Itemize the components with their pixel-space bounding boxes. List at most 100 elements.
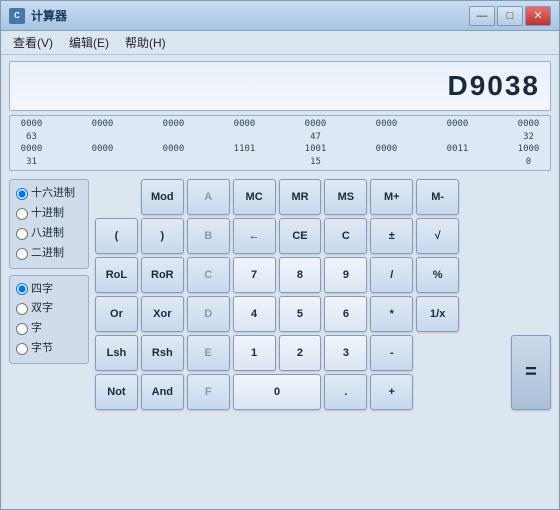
sqrt-button[interactable]: √ [416,218,459,254]
bit-group: 0000 [156,118,191,143]
ce-button[interactable]: CE [279,218,322,254]
main-area: 十六进制 十进制 八进制 二进制 四字 [1,175,559,509]
word-radio[interactable] [16,323,28,335]
window-title: 计算器 [31,7,469,24]
4-button[interactable]: 4 [233,296,276,332]
rol-button[interactable]: RoL [95,257,138,293]
dec-radio[interactable] [16,208,28,220]
div-button[interactable]: / [370,257,413,293]
empty-btn [95,179,138,215]
2-button[interactable]: 2 [279,335,322,371]
0-button[interactable]: 0 [233,374,322,410]
close-button[interactable]: ✕ [525,6,551,26]
mplus-button[interactable]: M+ [370,179,413,215]
hex-radio[interactable] [16,188,28,200]
d-button[interactable]: D [187,296,230,332]
plusminus-button[interactable]: ± [370,218,413,254]
mc-button[interactable]: MC [233,179,276,215]
oct-radio-label[interactable]: 八进制 [16,224,82,244]
reciprocal-button[interactable]: 1/x [416,296,459,332]
bin-label: 二进制 [31,244,64,264]
dword-label: 双字 [31,299,53,319]
left-panel: 十六进制 十进制 八进制 二进制 四字 [9,179,89,505]
ror-button[interactable]: RoR [141,257,184,293]
byte-radio-label[interactable]: 字节 [16,339,82,359]
bit-group: 000032 [511,118,546,143]
dec-label: 十进制 [31,204,64,224]
bit-group: 000047 [298,118,333,143]
rparen-button[interactable]: ) [141,218,184,254]
word-radio-label[interactable]: 字 [16,319,82,339]
rsh-button[interactable]: Rsh [141,335,184,371]
dword-radio[interactable] [16,303,28,315]
bin-radio[interactable] [16,248,28,260]
minus-button[interactable]: - [370,335,413,371]
ms-button[interactable]: MS [324,179,367,215]
hex-radio-label[interactable]: 十六进制 [16,184,82,204]
word-label-text: 字 [31,319,42,339]
dot-button[interactable]: . [324,374,367,410]
f-button[interactable]: F [187,374,230,410]
oct-radio[interactable] [16,228,28,240]
menu-edit[interactable]: 编辑(E) [61,32,117,53]
5-button[interactable]: 5 [279,296,322,332]
menu-view[interactable]: 查看(V) [5,32,61,53]
c-button[interactable]: C [324,218,367,254]
bit-display: 000063 0000 0000 0000 000047 0000 0000 0… [9,115,551,171]
bit-group: 0000 [85,143,120,168]
a-button[interactable]: A [187,179,230,215]
bit-row-1: 000063 0000 0000 0000 000047 0000 0000 0… [14,118,546,143]
maximize-button[interactable]: □ [497,6,523,26]
dec-radio-label[interactable]: 十进制 [16,204,82,224]
base-radio-group: 十六进制 十进制 八进制 二进制 [9,179,89,268]
bit-group: 000031 [14,143,49,168]
8-button[interactable]: 8 [279,257,322,293]
c-hex-button[interactable]: C [187,257,230,293]
bit-group: 0011 [440,143,475,168]
bit-group: 0000 [85,118,120,143]
6-button[interactable]: 6 [324,296,367,332]
oct-label: 八进制 [31,224,64,244]
bit-group: 100115 [298,143,333,168]
9-button[interactable]: 9 [324,257,367,293]
equals-button[interactable]: = [511,335,551,410]
backspace-button[interactable]: ← [233,218,276,254]
menu-help[interactable]: 帮助(H) [117,32,174,53]
bin-radio-label[interactable]: 二进制 [16,244,82,264]
bit-group: 0000 [227,118,262,143]
lparen-button[interactable]: ( [95,218,138,254]
or-button[interactable]: Or [95,296,138,332]
mod2-button[interactable]: % [416,257,459,293]
bit-group: 0000 [369,118,404,143]
dword-radio-label[interactable]: 双字 [16,299,82,319]
bit-group: 10000 [511,143,546,168]
3-button[interactable]: 3 [324,335,367,371]
bit-row-2: 000031 0000 0000 1101 100115 0000 0011 1… [14,143,546,168]
byte-radio[interactable] [16,343,28,355]
mr-button[interactable]: MR [279,179,322,215]
not-button[interactable]: Not [95,374,138,410]
bit-group: 0000 [156,143,191,168]
lsh-button[interactable]: Lsh [95,335,138,371]
7-button[interactable]: 7 [233,257,276,293]
mminus-button[interactable]: M- [416,179,459,215]
1-button[interactable]: 1 [233,335,276,371]
byte-label: 字节 [31,339,53,359]
display: D9038 [9,61,551,111]
display-value: D9038 [447,70,540,102]
qword-radio-label[interactable]: 四字 [16,280,82,300]
bit-group: 1101 [227,143,262,168]
qword-radio[interactable] [16,283,28,295]
calculator-window: C 计算器 — □ ✕ 查看(V) 编辑(E) 帮助(H) D9038 0000… [0,0,560,510]
qword-label: 四字 [31,280,53,300]
e-button[interactable]: E [187,335,230,371]
mul-button[interactable]: * [370,296,413,332]
mod-button[interactable]: Mod [141,179,184,215]
xor-button[interactable]: Xor [141,296,184,332]
hex-label: 十六进制 [31,184,75,204]
plus-button[interactable]: + [370,374,413,410]
minimize-button[interactable]: — [469,6,495,26]
b-button[interactable]: B [187,218,230,254]
and-button[interactable]: And [141,374,184,410]
window-controls: — □ ✕ [469,6,551,26]
